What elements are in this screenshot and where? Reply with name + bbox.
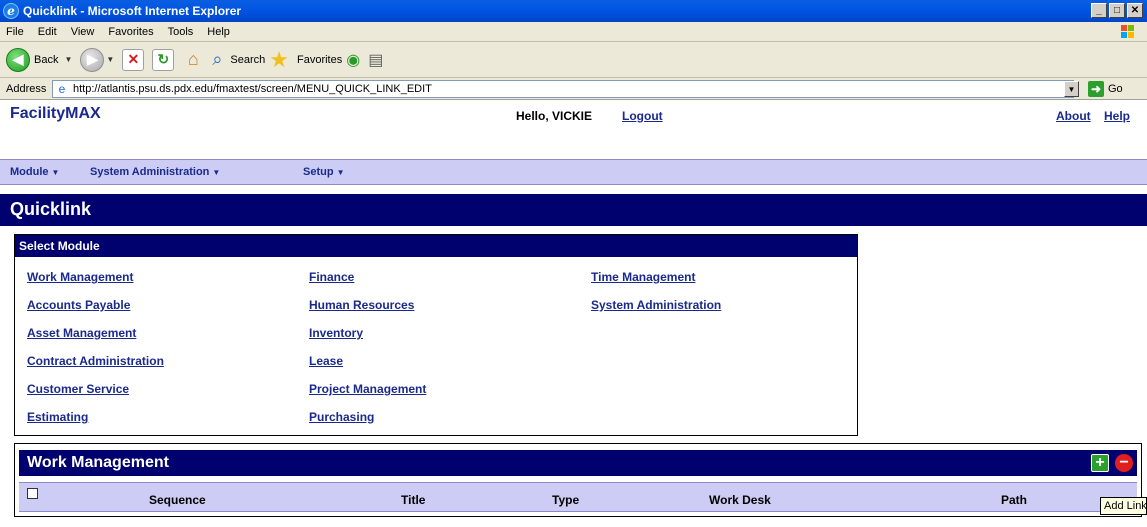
forward-arrow-icon[interactable]: ▶ bbox=[80, 47, 105, 72]
favorites-star-icon[interactable]: ★ bbox=[269, 47, 289, 73]
go-button[interactable]: ➜ Go bbox=[1088, 81, 1123, 97]
address-input[interactable]: e http://atlantis.psu.ds.pdx.edu/fmaxtes… bbox=[52, 80, 1074, 98]
menu-help[interactable]: Help bbox=[207, 26, 230, 38]
module-link-lease[interactable]: Lease bbox=[309, 354, 343, 368]
caret-down-icon[interactable]: ▼ bbox=[212, 168, 220, 177]
page-title: Quicklink bbox=[0, 194, 1147, 226]
refresh-icon[interactable]: ↻ bbox=[152, 48, 175, 71]
add-link-tooltip: Add Link bbox=[1100, 497, 1147, 515]
window-title: Quicklink - Microsoft Internet Explorer bbox=[23, 4, 242, 18]
help-link[interactable]: Help bbox=[1104, 109, 1130, 123]
work-management-header: Work Management + − bbox=[19, 450, 1137, 476]
select-all-checkbox[interactable] bbox=[27, 488, 38, 499]
module-link-system-administration[interactable]: System Administration bbox=[591, 298, 721, 312]
module-link-purchasing[interactable]: Purchasing bbox=[309, 410, 374, 424]
work-management-title: Work Management bbox=[27, 454, 169, 471]
app-header bbox=[0, 100, 1147, 152]
address-label: Address bbox=[6, 82, 47, 95]
menu-file[interactable]: File bbox=[6, 26, 24, 38]
nav-system-administration-label[interactable]: System Administration bbox=[90, 166, 209, 178]
module-link-asset-management[interactable]: Asset Management bbox=[27, 326, 136, 340]
module-link-human-resources[interactable]: Human Resources bbox=[309, 298, 414, 312]
favorites-button-label[interactable]: Favorites bbox=[297, 54, 342, 66]
back-button-label[interactable]: Back bbox=[34, 54, 58, 66]
column-header-type[interactable]: Type bbox=[552, 493, 579, 507]
caret-down-icon[interactable]: ▼ bbox=[52, 168, 60, 177]
nav-setup-label[interactable]: Setup bbox=[303, 166, 334, 178]
module-link-inventory[interactable]: Inventory bbox=[309, 326, 363, 340]
column-header-path[interactable]: Path bbox=[1001, 493, 1027, 507]
address-url[interactable]: http://atlantis.psu.ds.pdx.edu/fmaxtest/… bbox=[73, 83, 432, 95]
minimize-button[interactable]: _ bbox=[1091, 3, 1107, 18]
module-link-estimating[interactable]: Estimating bbox=[27, 410, 88, 424]
select-module-header: Select Module bbox=[15, 235, 857, 257]
nav-module[interactable]: Module ▼ bbox=[10, 166, 59, 178]
back-dropdown-icon[interactable]: ▼ bbox=[64, 55, 72, 64]
forward-dropdown-icon[interactable]: ▼ bbox=[106, 55, 114, 64]
select-module-panel: Select Module Work Management Accounts P… bbox=[14, 234, 858, 436]
ie-logo-icon: e bbox=[3, 3, 19, 19]
go-arrow-icon[interactable]: ➜ bbox=[1088, 81, 1104, 97]
module-link-time-management[interactable]: Time Management bbox=[591, 270, 695, 284]
module-link-finance[interactable]: Finance bbox=[309, 270, 354, 284]
add-link-icon[interactable]: + bbox=[1091, 454, 1109, 472]
browser-toolbar: ◀ Back ▼ ▶ ▼ ✕ ↻ ⌂ ⌕ Search ★ Favorites … bbox=[0, 42, 1147, 78]
menu-bar: File Edit View Favorites Tools Help bbox=[0, 22, 1147, 42]
nav-module-label[interactable]: Module bbox=[10, 166, 49, 178]
page-icon: e bbox=[58, 82, 66, 96]
search-button-label[interactable]: Search bbox=[230, 54, 265, 66]
nav-setup[interactable]: Setup ▼ bbox=[303, 166, 344, 178]
windows-logo-icon bbox=[1121, 25, 1134, 38]
address-dropdown-icon[interactable]: ▼ bbox=[1064, 81, 1079, 97]
window-title-bar: e Quicklink - Microsoft Internet Explore… bbox=[0, 0, 1147, 22]
app-nav-bar: Module ▼ System Administration ▼ Setup ▼ bbox=[0, 159, 1147, 185]
home-icon[interactable]: ⌂ bbox=[182, 49, 204, 71]
about-link[interactable]: About bbox=[1056, 109, 1091, 123]
go-label[interactable]: Go bbox=[1108, 83, 1123, 95]
stop-icon[interactable]: ✕ bbox=[122, 48, 145, 71]
maximize-button[interactable]: □ bbox=[1109, 3, 1125, 18]
module-link-customer-service[interactable]: Customer Service bbox=[27, 382, 129, 396]
work-management-table-header: Sequence Title Type Work Desk Path bbox=[19, 482, 1137, 512]
back-arrow-icon[interactable]: ◀ bbox=[6, 47, 30, 72]
column-header-sequence[interactable]: Sequence bbox=[149, 493, 206, 507]
remove-link-icon[interactable]: − bbox=[1115, 454, 1133, 472]
menu-edit[interactable]: Edit bbox=[38, 26, 57, 38]
brand-logo: FacilityMAX bbox=[10, 105, 101, 122]
nav-system-administration[interactable]: System Administration ▼ bbox=[90, 166, 220, 178]
caret-down-icon[interactable]: ▼ bbox=[337, 168, 345, 177]
greeting: Hello, VICKIE bbox=[516, 109, 593, 123]
print-icon[interactable]: ▤ bbox=[368, 50, 383, 70]
menu-favorites[interactable]: Favorites bbox=[108, 26, 153, 38]
search-icon[interactable]: ⌕ bbox=[212, 49, 222, 70]
logout-link[interactable]: Logout bbox=[622, 109, 663, 123]
menu-view[interactable]: View bbox=[71, 26, 95, 38]
column-header-work-desk[interactable]: Work Desk bbox=[709, 493, 771, 507]
media-icon[interactable]: ◉ bbox=[346, 50, 360, 70]
module-link-project-management[interactable]: Project Management bbox=[309, 382, 426, 396]
address-bar: Address e http://atlantis.psu.ds.pdx.edu… bbox=[0, 78, 1147, 100]
close-button[interactable]: ✕ bbox=[1127, 3, 1143, 18]
work-management-panel: Work Management + − Sequence Title Type … bbox=[14, 443, 1142, 517]
module-link-contract-administration[interactable]: Contract Administration bbox=[27, 354, 164, 368]
module-link-work-management[interactable]: Work Management bbox=[27, 270, 133, 284]
column-header-title[interactable]: Title bbox=[401, 493, 425, 507]
module-link-accounts-payable[interactable]: Accounts Payable bbox=[27, 298, 130, 312]
menu-tools[interactable]: Tools bbox=[168, 26, 194, 38]
